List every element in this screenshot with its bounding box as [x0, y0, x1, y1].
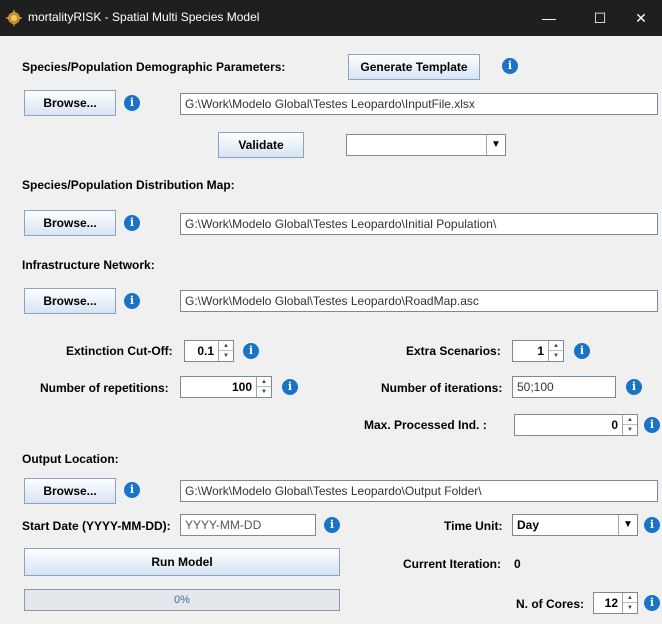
info-icon[interactable]: i: [324, 517, 340, 533]
spinner-arrows[interactable]: ▲ ▼: [548, 341, 563, 361]
info-icon[interactable]: i: [124, 293, 140, 309]
current-iteration-value: 0: [514, 557, 521, 571]
start-date-field[interactable]: YYYY-MM-DD: [180, 514, 316, 536]
chevron-down-icon: ▼: [486, 135, 505, 155]
info-icon[interactable]: i: [502, 58, 518, 74]
distribution-heading: Species/Population Distribution Map:: [22, 178, 235, 192]
extinction-spinner[interactable]: 0.1 ▲ ▼: [184, 340, 234, 362]
current-iteration-label: Current Iteration:: [403, 557, 502, 571]
time-unit-value: Day: [517, 518, 540, 532]
spinner-arrows[interactable]: ▲ ▼: [218, 341, 233, 361]
info-icon[interactable]: i: [644, 595, 660, 611]
info-icon[interactable]: i: [626, 379, 642, 395]
info-icon[interactable]: i: [644, 417, 660, 433]
infrastructure-path-field[interactable]: G:\Work\Modelo Global\Testes Leopardo\Ro…: [180, 290, 658, 312]
app-logo-icon: [6, 10, 22, 26]
extinction-label: Extinction Cut-Off:: [66, 344, 173, 358]
extinction-value: 0.1: [197, 344, 214, 358]
output-path-field[interactable]: G:\Work\Modelo Global\Testes Leopardo\Ou…: [180, 480, 658, 502]
extra-scenarios-label: Extra Scenarios:: [406, 344, 501, 358]
cores-value: 12: [604, 596, 618, 610]
run-model-button[interactable]: Run Model: [24, 548, 340, 576]
progress-bar: 0%: [24, 589, 340, 611]
distribution-browse-button[interactable]: Browse...: [24, 210, 116, 236]
distribution-path-field[interactable]: G:\Work\Modelo Global\Testes Leopardo\In…: [180, 213, 658, 235]
cores-spinner[interactable]: 12 ▲ ▼: [593, 592, 638, 614]
progress-text: 0%: [174, 594, 190, 606]
close-button[interactable]: ✕: [618, 0, 662, 36]
infrastructure-browse-button[interactable]: Browse...: [24, 288, 116, 314]
info-icon[interactable]: i: [124, 95, 140, 111]
repetitions-spinner[interactable]: 100 ▲ ▼: [180, 376, 272, 398]
demographic-heading: Species/Population Demographic Parameter…: [22, 60, 286, 74]
extra-scenarios-value: 1: [537, 344, 544, 358]
validate-select[interactable]: ▼: [346, 134, 506, 156]
iterations-label: Number of iterations:: [381, 381, 503, 395]
iterations-field[interactable]: 50;100: [512, 376, 616, 398]
info-icon[interactable]: i: [644, 517, 660, 533]
demographic-path-field[interactable]: G:\Work\Modelo Global\Testes Leopardo\In…: [180, 93, 658, 115]
title-bar: mortalityRISK - Spatial Multi Species Mo…: [0, 0, 662, 36]
extra-scenarios-spinner[interactable]: 1 ▲ ▼: [512, 340, 564, 362]
max-processed-label: Max. Processed Ind. :: [364, 418, 487, 432]
maximize-button[interactable]: ☐: [577, 0, 623, 36]
cores-label: N. of Cores:: [516, 597, 585, 611]
start-date-label: Start Date (YYYY-MM-DD):: [22, 519, 171, 533]
max-processed-spinner[interactable]: 0 ▲ ▼: [514, 414, 638, 436]
time-unit-select[interactable]: Day ▼: [512, 514, 638, 536]
demographic-browse-button[interactable]: Browse...: [24, 90, 116, 116]
info-icon[interactable]: i: [282, 379, 298, 395]
repetitions-label: Number of repetitions:: [40, 381, 169, 395]
repetitions-value: 100: [231, 380, 252, 394]
validate-button[interactable]: Validate: [218, 132, 304, 158]
spinner-arrows[interactable]: ▲ ▼: [622, 593, 637, 613]
time-unit-label: Time Unit:: [444, 519, 503, 533]
minimize-button[interactable]: —: [526, 0, 572, 36]
info-icon[interactable]: i: [124, 482, 140, 498]
info-icon[interactable]: i: [243, 343, 259, 359]
info-icon[interactable]: i: [124, 215, 140, 231]
output-heading: Output Location:: [22, 452, 119, 466]
info-icon[interactable]: i: [574, 343, 590, 359]
spinner-arrows[interactable]: ▲ ▼: [622, 415, 637, 435]
max-processed-value: 0: [611, 418, 618, 432]
generate-template-button[interactable]: Generate Template: [348, 54, 480, 80]
infrastructure-heading: Infrastructure Network:: [22, 258, 155, 272]
output-browse-button[interactable]: Browse...: [24, 478, 116, 504]
spinner-arrows[interactable]: ▲ ▼: [256, 377, 271, 397]
chevron-down-icon: ▼: [618, 515, 637, 535]
window-title: mortalityRISK - Spatial Multi Species Mo…: [28, 10, 260, 24]
